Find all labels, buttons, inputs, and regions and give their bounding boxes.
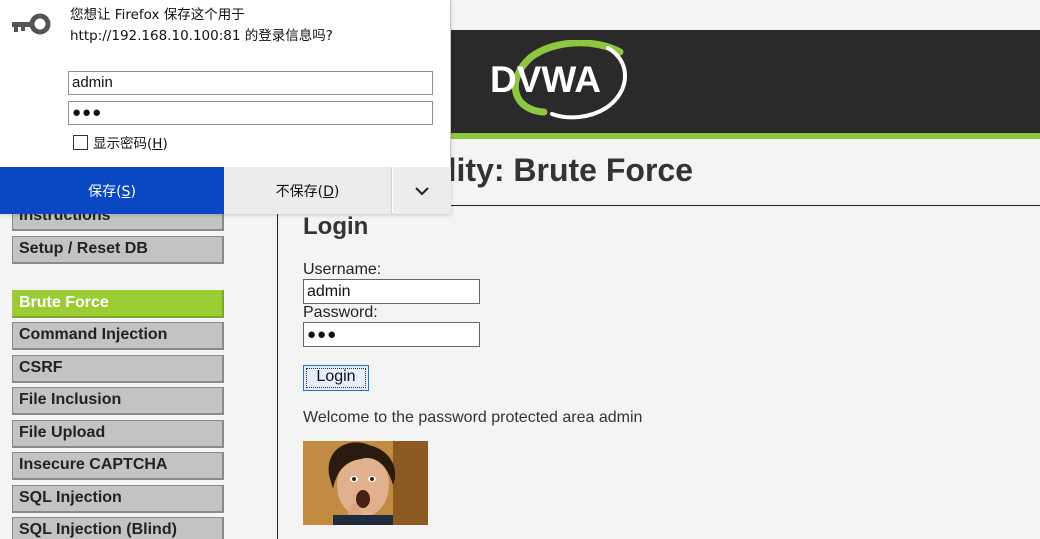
popup-password-field[interactable]: ●●● xyxy=(68,101,433,125)
password-input[interactable]: ●●● xyxy=(303,322,480,347)
sidebar-item-csrf[interactable]: CSRF xyxy=(12,355,224,383)
sidebar-item-label: Brute Force xyxy=(19,294,109,311)
sidebar-divider xyxy=(277,205,278,539)
show-password-row[interactable]: 显示密码(H) xyxy=(73,132,168,152)
sidebar-item-label: SQL Injection xyxy=(19,489,122,506)
save-login-message-line2: http://192.168.10.100:81 的登录信息吗? xyxy=(70,28,333,44)
sidebar-item-file-upload[interactable]: File Upload xyxy=(12,420,224,448)
sidebar-item-label: Command Injection xyxy=(19,326,168,343)
dvwa-logo: DVWA xyxy=(490,40,627,120)
dont-save-button-label: 不保存(D) xyxy=(275,183,340,200)
welcome-message: Welcome to the password protected area a… xyxy=(303,409,643,426)
save-button[interactable]: 保存(S) xyxy=(0,167,224,214)
sidebar-item-sql-injection[interactable]: SQL Injection xyxy=(12,485,224,513)
dont-save-button[interactable]: 不保存(D) xyxy=(224,167,392,214)
sidebar-item-insecure-captcha[interactable]: Insecure CAPTCHA xyxy=(12,452,224,480)
popup-username-field[interactable]: admin xyxy=(68,71,433,95)
sidebar-item-label: Setup / Reset DB xyxy=(19,240,148,257)
sidebar-item-label: File Inclusion xyxy=(19,391,122,408)
sidebar-item-label: CSRF xyxy=(19,359,63,376)
login-heading: Login xyxy=(303,213,369,240)
main-content: Login Username: admin Password: ●●● Logi… xyxy=(303,210,1003,525)
username-input[interactable]: admin xyxy=(303,279,480,304)
username-label: Username: xyxy=(303,261,382,278)
sidebar-item-setup-reset-db[interactable]: Setup / Reset DB xyxy=(12,236,224,264)
logo-text: DVWA xyxy=(490,59,601,100)
show-password-label: 显示密码(H) xyxy=(93,136,168,152)
user-photo xyxy=(303,441,428,525)
sidebar-item-sql-injection-blind[interactable]: SQL Injection (Blind) xyxy=(12,517,224,539)
login-button[interactable]: Login xyxy=(303,365,369,391)
save-login-popup: 您想让 Firefox 保存这个用于 http://192.168.10.100… xyxy=(0,0,451,214)
sidebar-item-label: Insecure CAPTCHA xyxy=(19,456,168,473)
password-label: Password: xyxy=(303,304,378,321)
show-password-checkbox[interactable] xyxy=(73,134,88,150)
key-icon xyxy=(12,13,51,35)
chevron-down-icon xyxy=(415,186,429,195)
sidebar-item-label: SQL Injection (Blind) xyxy=(19,521,177,538)
sidebar-item-label: File Upload xyxy=(19,424,106,441)
sidebar-item-brute-force[interactable]: Brute Force xyxy=(12,290,224,318)
sidebar-item-file-inclusion[interactable]: File Inclusion xyxy=(12,387,224,415)
more-options-button[interactable] xyxy=(393,167,451,214)
sidebar-item-command-injection[interactable]: Command Injection xyxy=(12,322,224,350)
save-login-message: 您想让 Firefox 保存这个用于 http://192.168.10.100… xyxy=(70,5,333,47)
save-login-message-line1: 您想让 Firefox 保存这个用于 xyxy=(70,7,245,23)
save-button-label: 保存(S) xyxy=(88,183,136,200)
